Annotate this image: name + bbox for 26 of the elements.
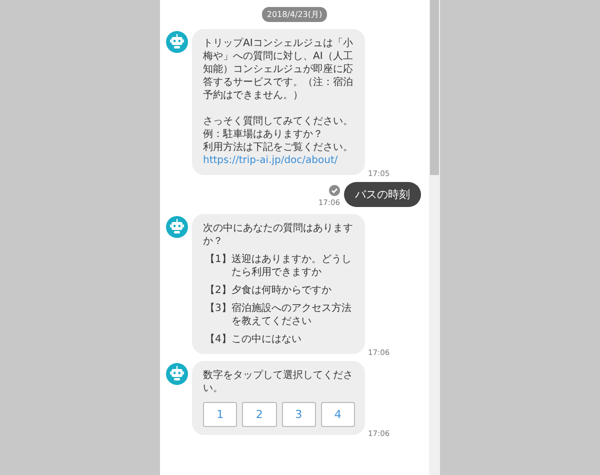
message-text: 次の中にあなたの質問はありますか？	[203, 222, 354, 248]
number-button[interactable]: 3	[282, 402, 316, 427]
link[interactable]: https://trip-ai.jp/doc/about/	[203, 154, 355, 167]
message-text: さっそく質問してみてください。	[203, 115, 354, 128]
number-button[interactable]: 4	[320, 402, 355, 427]
number-button[interactable]: 2	[242, 402, 276, 427]
scrollbar[interactable]	[429, 0, 440, 475]
option-number: 【3】	[205, 302, 232, 316]
message-text: トリップAIコンシェルジュは「小梅や」への質問に対し、AI（人工知能）コンシェルジュが即座に応答するサービスです。（注：宿泊予約はできません。）	[203, 37, 354, 102]
message-text: 数字をタップして選択してください。	[203, 369, 354, 395]
option-number: 【1】	[205, 253, 232, 267]
robot-avatar-icon	[166, 31, 188, 53]
option-number: 【2】	[205, 284, 232, 297]
option-text: 宿泊施設へのアクセス方法を教えてください	[231, 302, 352, 328]
message-text: 例：駐車場はありますか？	[203, 128, 324, 141]
message-text: 利用方法は下記をご覧ください。	[203, 141, 354, 154]
option-number: 【4】	[205, 333, 232, 346]
scrollbar-thumb[interactable]	[430, 0, 439, 175]
option-text: この中にはない	[231, 333, 302, 346]
message-text: バスの時刻	[355, 188, 410, 201]
number-button[interactable]: 1	[203, 402, 238, 427]
robot-avatar-icon	[166, 363, 188, 385]
date-badge: 2018/4/23(月)	[262, 7, 328, 22]
option-text: 夕食は何時からですか	[231, 284, 332, 297]
robot-avatar-icon	[166, 216, 188, 238]
option-text: 送迎はありますか。どうしたら利用できますか	[231, 253, 352, 279]
